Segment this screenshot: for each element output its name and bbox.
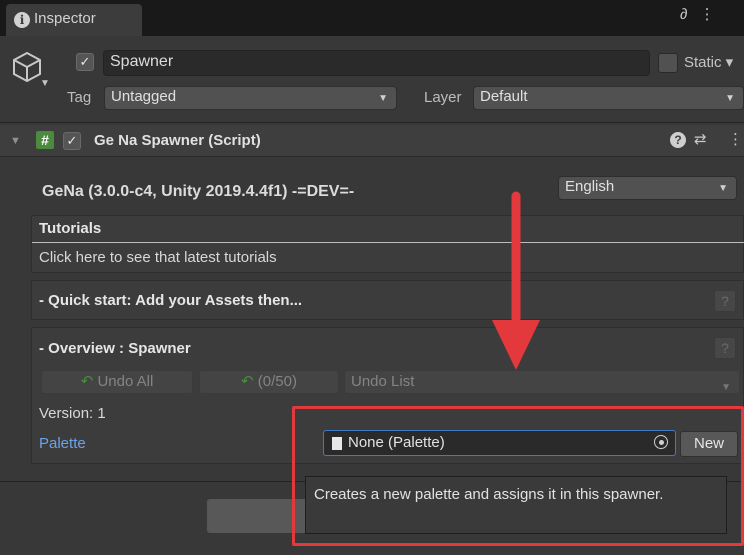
info-icon: i	[14, 12, 30, 28]
gena-version-header: GeNa (3.0.0-c4, Unity 2019.4.4f1) -=DEV=…	[42, 183, 355, 200]
foldout-arrow-icon[interactable]: ▼	[10, 135, 21, 147]
language-value: English	[565, 178, 615, 195]
help-icon[interactable]: ?	[670, 132, 686, 148]
chevron-down-icon: ▼	[721, 382, 731, 393]
menu-icon[interactable]: ⋮	[728, 130, 743, 148]
tab-label: Inspector	[34, 10, 96, 27]
static-label: Static	[684, 54, 722, 71]
highlight-rectangle-annotation	[292, 406, 744, 546]
check-icon: ✓	[79, 54, 91, 69]
tutorials-title: Tutorials	[39, 220, 102, 237]
layer-value: Default	[480, 88, 528, 105]
layer-label: Layer	[424, 89, 462, 106]
cube-icon[interactable]	[10, 50, 44, 84]
undo-all-button[interactable]: ↶ Undo All	[41, 370, 193, 394]
active-checkbox[interactable]: ✓	[76, 53, 94, 71]
red-arrow-annotation	[492, 191, 540, 370]
static-dropdown[interactable]: Static ▾	[684, 53, 733, 71]
tag-label: Tag	[67, 89, 92, 106]
help-button[interactable]: ?	[714, 290, 736, 312]
undo-list-label: Undo List	[351, 373, 415, 390]
window-tab-bar: i Inspector ∂ ⋮	[0, 0, 744, 36]
undo-all-label: Undo All	[97, 373, 154, 390]
layer-dropdown[interactable]: Default ▼	[473, 86, 744, 110]
undo-icon: ↶	[241, 373, 254, 390]
script-icon: #	[36, 131, 54, 149]
gameobject-name-text: Spawner	[110, 53, 174, 70]
static-checkbox[interactable]	[658, 53, 678, 73]
lock-icon[interactable]: ∂ ⋮	[680, 5, 719, 23]
help-button[interactable]: ?	[714, 337, 736, 359]
check-icon: ✓	[66, 133, 78, 148]
chevron-down-icon[interactable]: ▼	[40, 78, 50, 89]
tab-inspector[interactable]: i Inspector	[6, 4, 142, 36]
tag-dropdown[interactable]: Untagged ▼	[104, 86, 397, 110]
palette-label: Palette	[39, 435, 86, 452]
quick-start-panel[interactable]: - Quick start: Add your Assets then... ?	[31, 280, 744, 320]
undo-icon: ↶	[80, 373, 94, 390]
gameobject-name-field[interactable]: Spawner	[103, 50, 650, 76]
component-enabled-checkbox[interactable]: ✓	[63, 132, 81, 150]
quick-start-title: - Quick start: Add your Assets then...	[39, 292, 303, 309]
divider	[32, 242, 744, 243]
preset-icon[interactable]: ⇄	[694, 130, 707, 148]
language-dropdown[interactable]: English ▼	[558, 176, 737, 200]
tag-value: Untagged	[111, 88, 177, 105]
chevron-down-icon: ▼	[725, 93, 735, 104]
component-title: Ge Na Spawner (Script)	[94, 132, 261, 149]
chevron-down-icon: ▼	[378, 93, 388, 104]
undo-count-label: (0/50)	[257, 373, 297, 390]
overview-title: - Overview : Spawner	[39, 340, 191, 357]
tutorials-panel: Tutorials Click here to see that latest …	[31, 215, 744, 273]
undo-step-button[interactable]: ↶ (0/50)	[199, 370, 339, 394]
tutorials-link[interactable]: Click here to see that latest tutorials	[39, 249, 277, 266]
chevron-down-icon: ▼	[718, 183, 728, 194]
divider	[0, 122, 744, 123]
version-label: Version: 1	[39, 405, 106, 422]
